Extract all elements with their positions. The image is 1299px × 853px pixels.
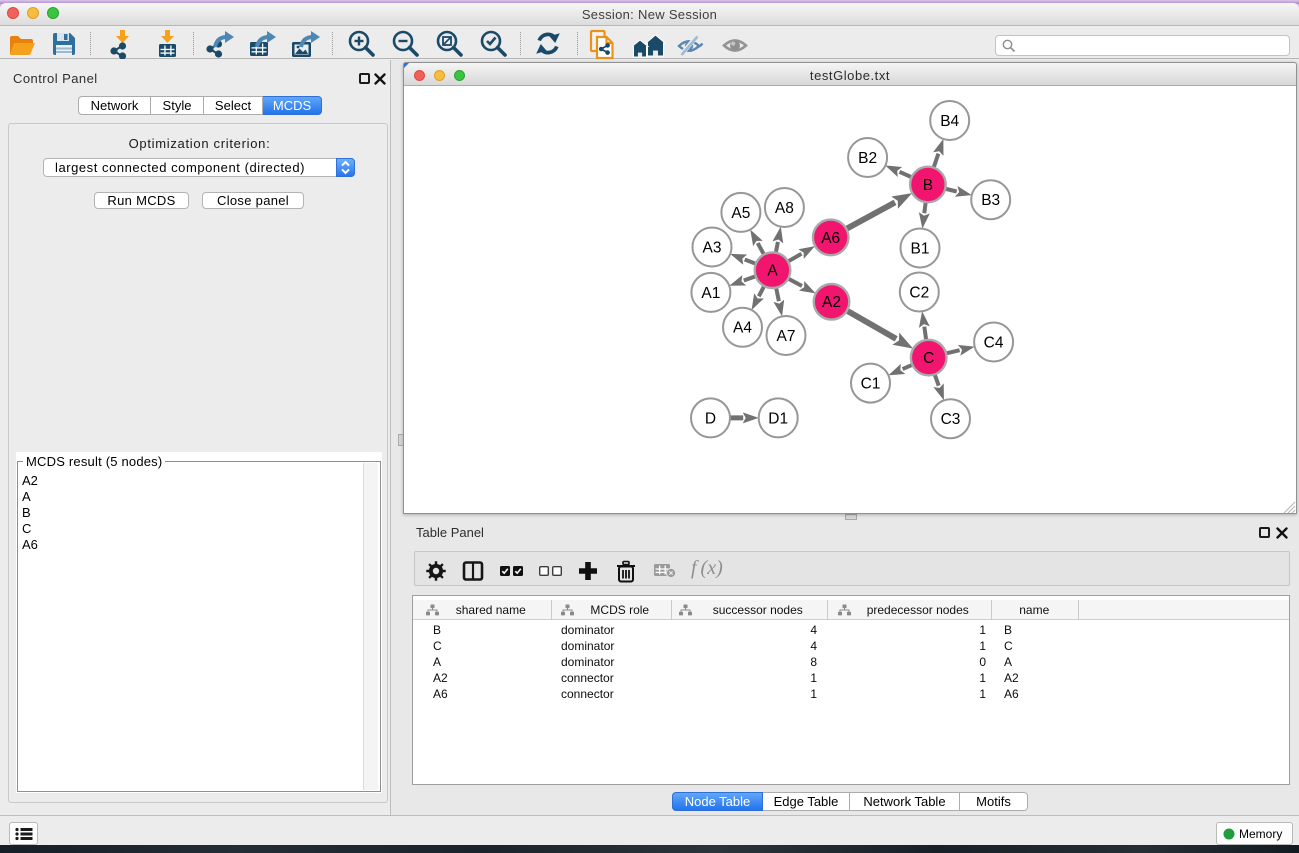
svg-text:A7: A7 (777, 328, 796, 345)
svg-text:C2: C2 (909, 284, 929, 301)
svg-text:A1: A1 (701, 285, 720, 302)
svg-text:A5: A5 (731, 205, 750, 222)
svg-text:C4: C4 (984, 334, 1004, 351)
svg-text:A4: A4 (733, 320, 752, 337)
svg-text:A: A (767, 263, 778, 280)
svg-text:A3: A3 (703, 239, 722, 256)
svg-text:C1: C1 (861, 376, 881, 393)
svg-text:A8: A8 (775, 200, 794, 217)
svg-text:A6: A6 (821, 230, 840, 247)
svg-text:D1: D1 (768, 410, 788, 427)
svg-text:B: B (923, 177, 933, 194)
svg-text:B1: B1 (911, 240, 930, 257)
svg-text:B4: B4 (940, 113, 959, 130)
svg-text:C: C (923, 350, 934, 367)
svg-text:A2: A2 (822, 294, 841, 311)
svg-text:D: D (705, 410, 716, 427)
svg-text:B3: B3 (981, 192, 1000, 209)
svg-text:C3: C3 (941, 411, 961, 428)
svg-text:B2: B2 (858, 150, 877, 167)
